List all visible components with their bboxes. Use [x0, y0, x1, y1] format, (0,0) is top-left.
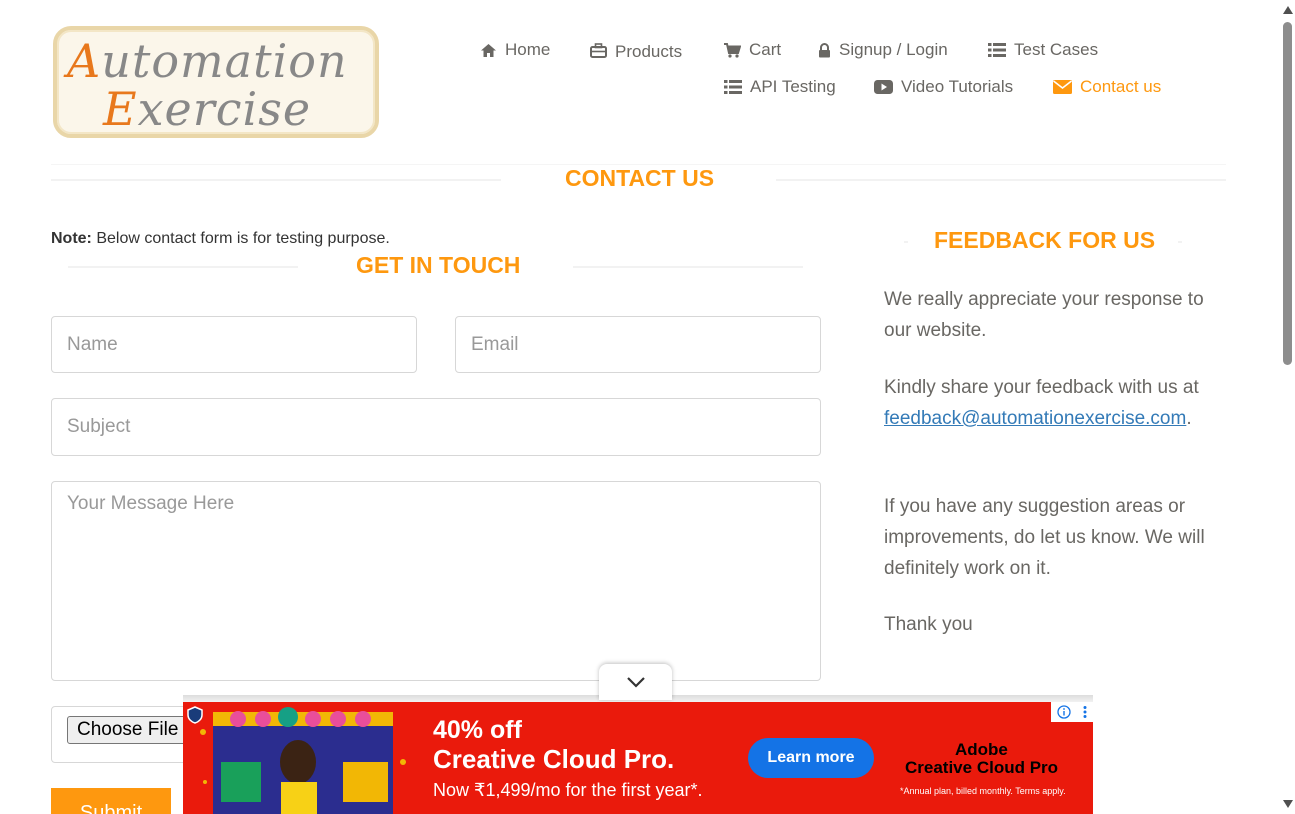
ad-brand-line-2: Creative Cloud Pro: [905, 758, 1059, 777]
play-icon: [874, 80, 893, 94]
ad-info-controls: [1051, 702, 1093, 722]
nav-video-tutorials[interactable]: Video Tutorials: [874, 77, 1013, 97]
site-logo[interactable]: Automation Exercise: [53, 26, 379, 138]
more-vert-icon[interactable]: [1082, 705, 1088, 719]
ad-illustration: [200, 707, 406, 814]
page-title: CONTACT US: [565, 165, 715, 191]
ad-learn-more-button[interactable]: Learn more: [748, 738, 874, 778]
title-rule-right: [776, 179, 1226, 181]
ad-fine-print: *Annual plan, billed monthly. Terms appl…: [900, 786, 1066, 796]
feedback-rule-right: [1178, 241, 1182, 243]
logo-line-1: Automation: [67, 34, 348, 88]
logo-line-2: Exercise: [103, 82, 312, 136]
feedback-heading: FEEDBACK FOR US: [934, 227, 1156, 253]
list-icon: [988, 43, 1006, 57]
ad-brand-line-1: Adobe: [955, 740, 1008, 759]
nav-contact-us[interactable]: Contact us: [1053, 77, 1161, 97]
nav-test-cases-label: Test Cases: [1014, 40, 1099, 59]
shield-icon: [187, 706, 203, 729]
feedback-rule-left: [904, 241, 908, 243]
feedback-paragraph-1: We really appreciate your response to ou…: [884, 289, 1204, 341]
scroll-down-arrow-icon[interactable]: [1283, 800, 1293, 808]
nav-video-tutorials-label: Video Tutorials: [901, 77, 1014, 96]
nav-cart[interactable]: Cart: [724, 40, 781, 60]
name-input[interactable]: [51, 316, 417, 373]
form-note: Note: Below contact form is for testing …: [51, 230, 390, 247]
nav-products[interactable]: Products: [590, 40, 683, 61]
submit-button[interactable]: Submit: [51, 788, 171, 814]
page-scrollbar[interactable]: [1280, 0, 1295, 814]
nav-products-label: Products: [615, 42, 683, 61]
scroll-thumb[interactable]: [1283, 22, 1292, 365]
lock-icon: [819, 42, 830, 57]
get-in-touch-rule-right: [573, 266, 803, 268]
ad-collapse-toggle[interactable]: [599, 664, 672, 700]
nav-home-label: Home: [505, 40, 551, 59]
email-input[interactable]: [455, 316, 821, 373]
scroll-up-arrow-icon[interactable]: [1283, 6, 1293, 14]
feedback-email-link[interactable]: feedback@automationexercise.com: [884, 408, 1186, 429]
message-textarea[interactable]: [51, 481, 821, 681]
nav-home[interactable]: Home: [480, 40, 550, 60]
nav-test-cases[interactable]: Test Cases: [988, 40, 1098, 60]
list-icon: [724, 80, 742, 94]
ad-headline-1: 40% off: [433, 716, 522, 744]
ad-subline: Now ₹1,499/mo for the first year*.: [433, 780, 703, 800]
get-in-touch-rule-left: [68, 266, 298, 268]
home-icon: [481, 43, 496, 57]
title-rule-left: [51, 179, 501, 181]
info-icon[interactable]: [1056, 705, 1071, 719]
feedback-paragraph-3: If you have any suggestion areas or impr…: [884, 496, 1205, 579]
nav-api-testing-label: API Testing: [750, 77, 836, 96]
feedback-thank-you: Thank you: [884, 614, 973, 635]
get-in-touch-heading: GET IN TOUCH: [356, 252, 521, 278]
ad-banner[interactable]: 40% off Creative Cloud Pro. Now ₹1,499/m…: [183, 702, 1093, 814]
nav-api-testing[interactable]: API Testing: [724, 77, 836, 97]
nav-contact-us-label: Contact us: [1080, 77, 1162, 96]
envelope-icon: [1053, 80, 1072, 94]
nav-signup-login[interactable]: Signup / Login: [818, 40, 948, 60]
nav-signup-login-label: Signup / Login: [839, 40, 948, 59]
chevron-down-icon: [626, 677, 645, 688]
cart-icon: [724, 42, 741, 58]
feedback-paragraph-2: Kindly share your feedback with us at fe…: [884, 377, 1199, 429]
ad-headline-2: Creative Cloud Pro.: [433, 744, 675, 774]
briefcase-icon: [590, 42, 607, 58]
subject-input[interactable]: [51, 398, 821, 456]
nav-cart-label: Cart: [749, 40, 782, 59]
